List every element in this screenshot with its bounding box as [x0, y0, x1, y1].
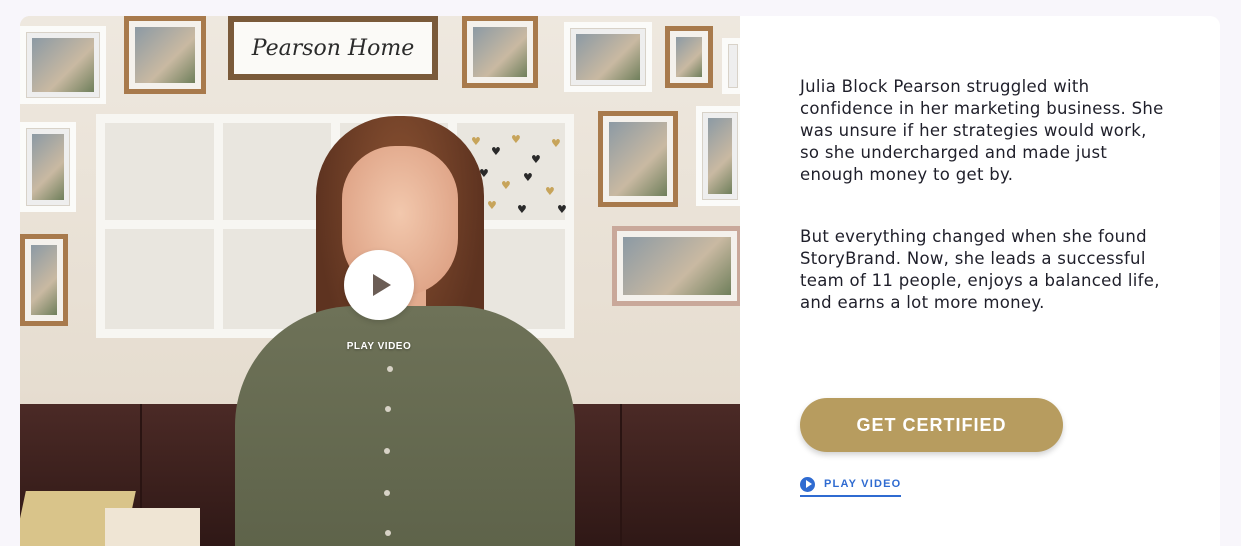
- play-video-label[interactable]: PLAY VIDEO: [320, 341, 438, 352]
- wall-photo: [462, 16, 538, 88]
- testimonial-card: Pearson Home ♥ ♥ ♥ ♥ ♥ ♥ ♥ ♥ ♥ ♥ ♥ ♥ PLA…: [20, 16, 1220, 546]
- wall-photo: [20, 122, 76, 212]
- wall-photo: [665, 26, 713, 88]
- get-certified-button[interactable]: GET CERTIFIED: [800, 398, 1063, 452]
- wall-photo: [564, 22, 652, 92]
- testimonial-paragraph: Julia Block Pearson struggled with confi…: [800, 77, 1164, 184]
- wall-photo: [722, 38, 740, 94]
- pillow: [105, 508, 200, 546]
- wall-photo: [124, 16, 206, 94]
- play-video-link[interactable]: PLAY VIDEO: [800, 474, 902, 497]
- wall-photo: [20, 234, 68, 326]
- play-icon: [372, 274, 391, 296]
- play-video-button[interactable]: [344, 250, 414, 320]
- sign-text: Pearson Home: [251, 35, 415, 61]
- play-circle-icon: [800, 476, 815, 492]
- video-thumbnail[interactable]: Pearson Home ♥ ♥ ♥ ♥ ♥ ♥ ♥ ♥ ♥ ♥ ♥ ♥ PLA…: [20, 16, 740, 546]
- pearson-home-sign: Pearson Home: [228, 16, 438, 80]
- play-video-link-label: PLAY VIDEO: [824, 478, 902, 490]
- testimonial-paragraph: But everything changed when she found St…: [800, 227, 1160, 312]
- wall-photo: [20, 26, 106, 104]
- wall-photo: [612, 226, 740, 306]
- testimonial-copy: Julia Block Pearson struggled with confi…: [800, 76, 1165, 354]
- wall-photo: [696, 106, 740, 206]
- wall-photo: [598, 111, 678, 207]
